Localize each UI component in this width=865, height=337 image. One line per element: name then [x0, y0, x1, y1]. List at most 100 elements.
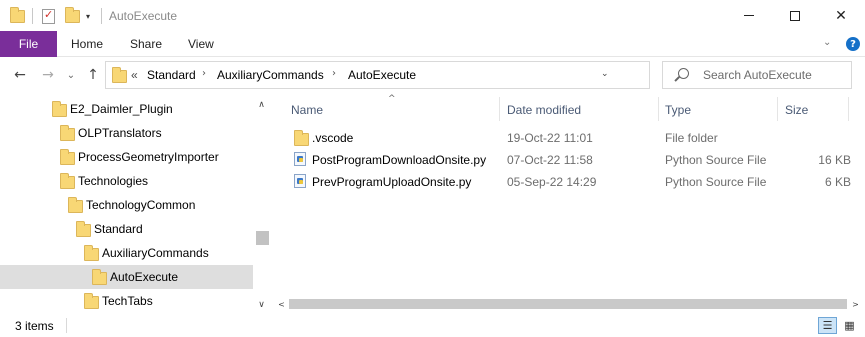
horizontal-scrollbar[interactable]: < > — [272, 295, 865, 312]
file-row-postprogramdownloadonsite[interactable]: PostProgramDownloadOnsite.py 07-Oct-22 1… — [272, 149, 865, 171]
scroll-left-icon[interactable]: < — [274, 297, 289, 311]
column-divider[interactable] — [848, 97, 849, 121]
details-view-button[interactable]: ☰ — [818, 317, 837, 334]
navigation-scrollbar[interactable]: ∧ ∨ — [253, 95, 270, 315]
customize-qat-dropdown-icon[interactable]: ▾ — [86, 7, 90, 25]
maximize-button[interactable] — [772, 0, 818, 31]
title-divider — [101, 8, 102, 24]
tree-item-label: E2_Daimler_Plugin — [70, 102, 173, 116]
file-type: Python Source File — [665, 175, 767, 189]
recent-locations-dropdown[interactable]: ⌄ — [64, 64, 78, 86]
tree-item-autoexecute[interactable]: AutoExecute — [0, 265, 253, 289]
folder-icon — [60, 149, 75, 165]
column-divider[interactable] — [658, 97, 659, 121]
folder-icon — [76, 221, 91, 237]
help-icon[interactable]: ? — [846, 37, 860, 51]
forward-button[interactable]: → — [38, 64, 58, 86]
tree-item-label: Technologies — [78, 174, 149, 188]
large-icons-view-button[interactable]: ▦ — [840, 317, 859, 334]
file-type: File folder — [665, 131, 718, 145]
breadcrumb-auxiliarycommands[interactable]: AuxiliaryCommands — [217, 68, 324, 82]
address-dropdown-icon[interactable]: ⌄ — [601, 69, 609, 79]
file-size: 16 KB — [818, 153, 851, 167]
tree-item-e2-daimler-plugin[interactable]: E2_Daimler_Plugin — [0, 97, 253, 121]
folder-icon — [84, 293, 99, 309]
column-header-name[interactable]: Name — [291, 103, 323, 117]
breadcrumb-separator-icon[interactable]: › — [332, 68, 336, 79]
tab-file[interactable]: File — [0, 31, 57, 57]
tree-item-label: TechTabs — [102, 294, 153, 308]
file-size: 6 KB — [824, 175, 851, 189]
scroll-right-icon[interactable]: > — [848, 297, 863, 311]
python-file-icon — [294, 152, 306, 166]
tree-item-label: TechnologyCommon — [86, 198, 196, 212]
minimize-icon — [744, 15, 754, 16]
navigation-pane: E2_Daimler_Plugin OLPTranslators Process… — [0, 95, 272, 315]
file-name: PostProgramDownloadOnsite.py — [312, 153, 487, 167]
title-bar: ▾ AutoExecute ✕ — [0, 0, 865, 31]
file-name: PrevProgramUploadOnsite.py — [312, 175, 472, 189]
column-header-size[interactable]: Size — [785, 103, 808, 117]
expand-ribbon-icon[interactable]: ⌄ — [823, 37, 831, 48]
minimize-button[interactable] — [726, 0, 772, 31]
scroll-down-icon[interactable]: ∨ — [253, 297, 270, 312]
folder-icon — [84, 245, 99, 261]
file-type: Python Source File — [665, 153, 767, 167]
column-header-date-modified[interactable]: Date modified — [507, 103, 581, 117]
tab-home[interactable]: Home — [71, 31, 103, 57]
tiles-view-icon: ▦ — [844, 319, 855, 332]
tree-item-auxiliarycommands[interactable]: AuxiliaryCommands — [0, 241, 253, 265]
column-divider[interactable] — [777, 97, 778, 121]
tree-item-technologies[interactable]: Technologies — [0, 169, 253, 193]
column-divider[interactable] — [499, 97, 500, 121]
file-row-vscode[interactable]: .vscode 19-Oct-22 11:01 File folder — [272, 127, 865, 149]
scroll-thumb[interactable] — [256, 231, 269, 245]
tree-item-label: OLPTranslators — [78, 126, 162, 140]
close-button[interactable]: ✕ — [818, 0, 864, 31]
qat-divider — [32, 8, 33, 24]
up-button[interactable]: ↑ — [84, 64, 102, 86]
status-divider — [66, 318, 67, 333]
address-overflow-button[interactable]: « — [131, 68, 138, 82]
close-icon: ✕ — [835, 7, 847, 24]
file-date: 19-Oct-22 11:01 — [507, 131, 593, 145]
breadcrumb-standard[interactable]: Standard — [147, 68, 196, 82]
folder-icon — [92, 269, 107, 285]
sort-ascending-icon: ^ — [388, 94, 396, 104]
tree-item-standard[interactable]: Standard — [0, 217, 253, 241]
back-button[interactable]: ← — [10, 64, 30, 86]
scroll-up-icon[interactable]: ∧ — [253, 97, 270, 112]
address-bar[interactable]: « Standard › AuxiliaryCommands › AutoExe… — [105, 61, 745, 89]
item-count: 3 items — [15, 319, 54, 333]
folder-icon — [60, 125, 75, 141]
app-folder-icon[interactable] — [10, 6, 25, 25]
python-file-icon — [294, 174, 306, 188]
file-row-prevprogramuploadonsite[interactable]: PrevProgramUploadOnsite.py 05-Sep-22 14:… — [272, 171, 865, 193]
breadcrumb-separator-icon[interactable]: › — [202, 68, 206, 79]
details-view-icon: ☰ — [822, 319, 833, 332]
search-box[interactable]: Search AutoExecute — [662, 61, 852, 89]
new-folder-icon[interactable] — [65, 6, 80, 25]
file-date: 05-Sep-22 14:29 — [507, 175, 597, 189]
tree-item-processgeometryimporter[interactable]: ProcessGeometryImporter — [0, 145, 253, 169]
horizontal-scroll-thumb[interactable] — [289, 299, 847, 309]
tree-item-techtabs[interactable]: TechTabs — [0, 289, 253, 313]
maximize-icon — [790, 10, 800, 21]
ribbon-tabs: File Home Share View ⌄ ? — [0, 31, 865, 57]
folder-icon — [294, 130, 309, 146]
window-title: AutoExecute — [109, 9, 178, 23]
address-folder-icon — [112, 67, 127, 83]
file-date: 07-Oct-22 11:58 — [507, 153, 593, 167]
breadcrumb-autoexecute[interactable]: AutoExecute — [348, 68, 416, 82]
tab-share[interactable]: Share — [130, 31, 162, 57]
search-input[interactable]: Search AutoExecute — [703, 68, 812, 82]
tab-view[interactable]: View — [188, 31, 214, 57]
tree-item-label: AutoExecute — [110, 270, 179, 284]
tree-item-technologycommon[interactable]: TechnologyCommon — [0, 193, 253, 217]
tree-item-label: Standard — [94, 222, 143, 236]
tree-item-olptranslators[interactable]: OLPTranslators — [0, 121, 253, 145]
column-header-type[interactable]: Type — [665, 103, 691, 117]
file-name: .vscode — [312, 131, 354, 145]
properties-icon[interactable] — [42, 7, 55, 25]
folder-icon — [52, 101, 67, 117]
